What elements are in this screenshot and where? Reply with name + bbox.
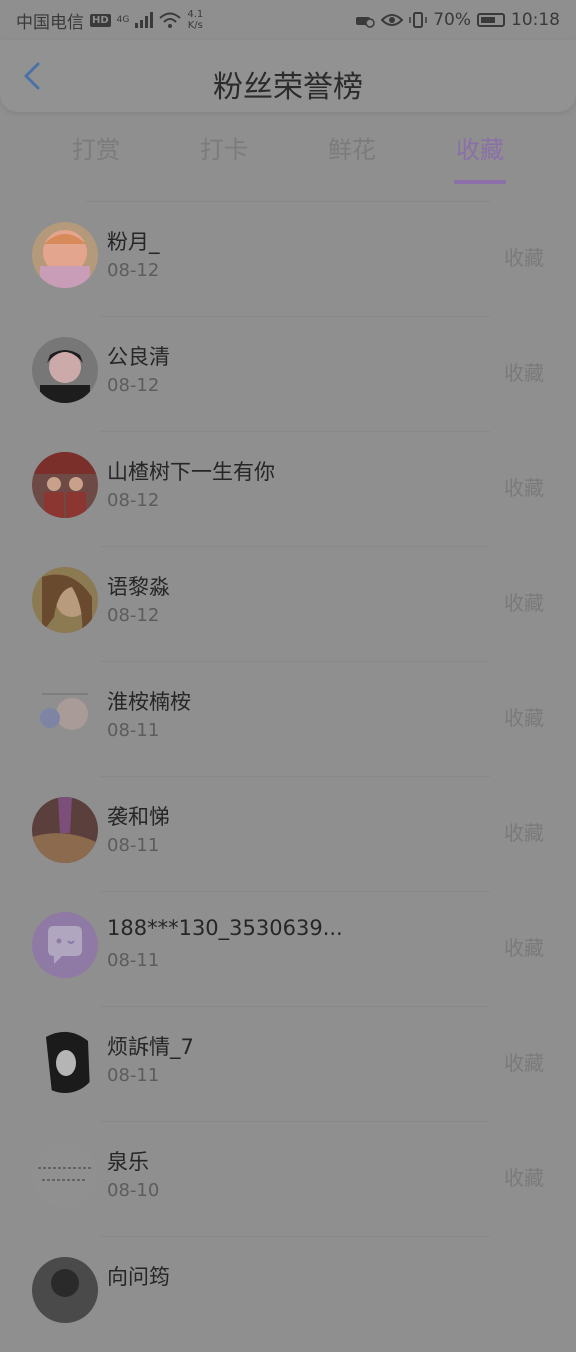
item-date: 08-11 [107, 835, 160, 856]
avatar [32, 1027, 98, 1093]
carrier-label: 中国电信 [16, 12, 84, 33]
tab-favorites[interactable]: 收藏 [420, 130, 540, 184]
avatar [32, 1142, 98, 1208]
user-name: 烦訴情_7 [107, 1035, 194, 1059]
list-item[interactable]: 粉月_ 08-12 收藏 [0, 202, 576, 317]
tab-active-indicator [454, 180, 506, 184]
avatar-image [32, 682, 98, 748]
user-name: 粉月_ [107, 230, 160, 254]
page-title: 粉丝荣誉榜 [213, 70, 363, 105]
item-date: 08-12 [107, 605, 160, 626]
favorite-action[interactable]: 收藏 [504, 1047, 544, 1076]
battery-level [481, 17, 495, 23]
car-mode-icon [356, 17, 375, 28]
default-avatar-icon [32, 912, 98, 978]
list-item[interactable]: 淮桉楠桉 08-11 收藏 [0, 662, 576, 777]
list-item[interactable]: 山楂树下一生有你 08-12 收藏 [0, 432, 576, 547]
user-name: 向问筠 [107, 1265, 170, 1289]
user-name: 语黎淼 [107, 575, 170, 599]
favorite-action[interactable]: 收藏 [504, 817, 544, 846]
tab-flowers[interactable]: 鲜花 [292, 130, 412, 165]
wifi-icon [159, 12, 182, 28]
avatar [32, 797, 98, 863]
avatar-image [32, 1027, 98, 1093]
item-date: 08-11 [107, 720, 160, 741]
user-name: 淮桉楠桉 [107, 690, 191, 714]
avatar [32, 567, 98, 633]
avatar [32, 682, 98, 748]
battery-percent: 70% [433, 10, 471, 30]
avatar-image [32, 1257, 98, 1323]
avatar-image [32, 222, 98, 288]
header: 粉丝荣誉榜 [0, 40, 576, 112]
avatar-image [32, 567, 98, 633]
favorite-action[interactable]: 收藏 [504, 932, 544, 961]
favorite-action[interactable]: 收藏 [504, 472, 544, 501]
signal-icon [135, 12, 154, 28]
net-speed: 4.1 K/s [187, 9, 203, 31]
avatar [32, 222, 98, 288]
favorite-action[interactable]: 收藏 [504, 702, 544, 731]
favorite-action[interactable]: 收藏 [504, 587, 544, 616]
list-item[interactable]: 188***130_3530639... 08-11 收藏 [0, 892, 576, 1007]
list-item[interactable]: 烦訴情_7 08-11 收藏 [0, 1007, 576, 1122]
fan-list: 粉月_ 08-12 收藏 公良清 08-12 收藏 山楂树下一生有你 08-12… [0, 202, 576, 1352]
user-name: 188***130_3530639... [107, 916, 343, 940]
list-item[interactable]: 向问筠 [0, 1237, 576, 1352]
item-date: 08-10 [107, 1180, 160, 1201]
network-type: 4G [116, 14, 130, 25]
avatar [32, 1257, 98, 1323]
speed-value: 4.1 [187, 9, 204, 20]
item-date: 08-11 [107, 950, 160, 971]
favorite-action[interactable]: 收藏 [504, 1162, 544, 1191]
favorite-action[interactable]: 收藏 [504, 357, 544, 386]
tab-reward[interactable]: 打赏 [36, 130, 156, 165]
avatar [32, 337, 98, 403]
eye-icon [381, 14, 404, 26]
list-item[interactable]: 语黎淼 08-12 收藏 [0, 547, 576, 662]
user-name: 袭和悌 [107, 805, 170, 829]
hd-badge: HD [90, 13, 111, 27]
list-item[interactable]: 公良清 08-12 收藏 [0, 317, 576, 432]
avatar [32, 912, 98, 978]
status-left: 中国电信 HD 4G 4.1 K/s [16, 8, 203, 33]
tab-bar: 打赏 打卡 鲜花 收藏 [0, 122, 576, 184]
vibrate-icon [409, 12, 427, 28]
user-name: 泉乐 [107, 1150, 149, 1174]
tab-checkin[interactable]: 打卡 [164, 130, 284, 165]
avatar-image [32, 452, 98, 518]
user-name: 山楂树下一生有你 [107, 460, 275, 484]
list-item[interactable]: 泉乐 08-10 收藏 [0, 1122, 576, 1237]
item-date: 08-12 [107, 260, 160, 281]
user-name: 公良清 [107, 345, 170, 369]
item-date: 08-12 [107, 375, 160, 396]
status-bar: 中国电信 HD 4G 4.1 K/s 70% 10:18 [0, 0, 576, 40]
item-date: 08-11 [107, 1065, 160, 1086]
avatar-image [32, 797, 98, 863]
battery-icon [477, 13, 505, 27]
speed-unit: K/s [187, 20, 203, 31]
status-right: 70% 10:18 [355, 10, 560, 30]
favorite-action[interactable]: 收藏 [504, 242, 544, 271]
avatar-image [32, 337, 98, 403]
list-item[interactable]: 袭和悌 08-11 收藏 [0, 777, 576, 892]
item-date: 08-12 [107, 490, 160, 511]
avatar-image [32, 1142, 98, 1208]
clock: 10:18 [511, 10, 560, 30]
avatar [32, 452, 98, 518]
tab-favorites-label: 收藏 [456, 136, 504, 164]
